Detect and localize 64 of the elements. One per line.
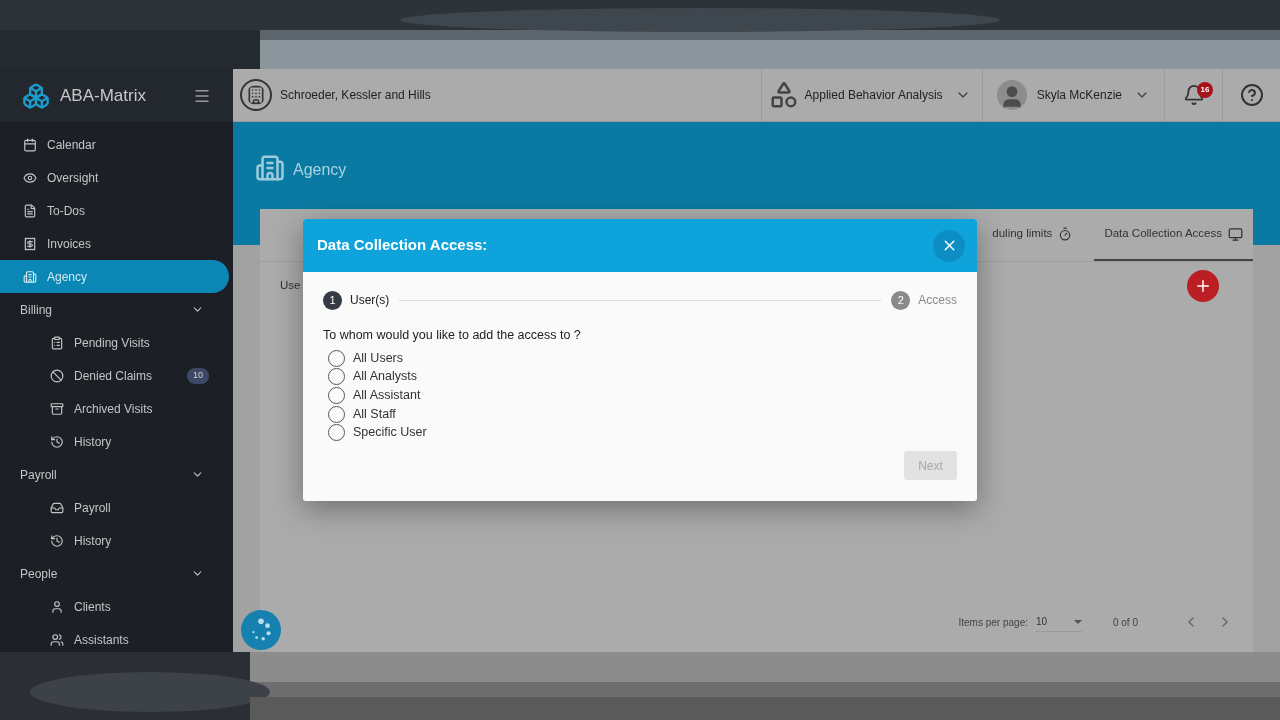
radio-option[interactable]: Specific User [328,423,977,443]
dialog-title: Data Collection Access: [317,235,488,256]
menu-item-icon [23,203,37,218]
sidebar-item[interactable]: To-Dos [0,194,229,227]
sidebar-section[interactable]: Billing [0,293,229,326]
sidebar-item[interactable]: Clients [0,590,209,623]
add-button[interactable] [1187,270,1219,302]
page-range: 0 of 0 [1112,615,1138,630]
sidebar-item[interactable]: Archived Visits [0,392,209,425]
question-text: To whom would you like to add the access to ? [323,327,582,344]
sidebar-item[interactable]: History [0,425,209,458]
notifications-button[interactable]: 16 [1164,69,1222,121]
items-per-page-select[interactable]: 10 [1035,612,1082,632]
sidebar-item[interactable]: Invoices [0,227,229,260]
menu-item-icon [23,137,37,152]
count-badge: 10 [187,367,209,384]
column-header: Use [280,278,301,294]
sidebar-item[interactable]: Oversight [0,161,229,194]
menu-item-icon [23,170,37,185]
radio-option[interactable]: All Staff [328,404,977,424]
menu-item-icon [50,368,64,383]
step-number: 2 [891,290,911,310]
tab[interactable]: Data Collection Access [1094,209,1253,261]
user-menu[interactable]: Skyla McKenzie [981,69,1164,121]
cube-logo-icon [22,81,50,110]
avatar-icon [996,80,1027,110]
step-number: 1 [323,290,342,310]
timer-icon [1058,227,1073,241]
tab[interactable]: duling limits [982,209,1083,261]
radio-option[interactable]: All Assistant [328,386,977,405]
radio-option[interactable]: All Users [328,348,977,368]
menu-item-icon [50,500,64,515]
menu-item-icon [50,632,64,647]
sidebar-item[interactable]: Denied Claims [0,359,179,392]
sidebar-item[interactable]: Assistants [0,623,209,652]
notification-badge: 16 [1197,82,1213,98]
close-button[interactable] [933,229,965,262]
sidebar-item[interactable]: Pending Visits [0,326,209,359]
sidebar-item[interactable]: Payroll [0,491,209,524]
sidebar-section[interactable]: People [0,557,229,590]
monitor-icon [1228,226,1243,242]
menu-item-icon [50,533,64,548]
sidebar-item[interactable]: History [0,524,209,557]
agency-icon [255,153,285,183]
help-icon [1239,83,1264,107]
menu-item-icon [50,401,64,416]
menu-item-icon [50,335,64,350]
menu-item-icon [23,236,37,251]
menu-item-icon [50,434,64,449]
page-title: Agency [293,160,347,180]
step-label: Access [918,292,957,309]
building-logo-icon [240,79,272,111]
radio-option[interactable]: All Analysts [328,367,977,387]
spinner-widget-button[interactable] [241,610,281,650]
step-label: User(s) [350,292,390,309]
sidebar-item[interactable]: Calendar [0,128,229,161]
brand-name: ABA-Matrix [60,84,146,107]
program-selector[interactable]: Applied Behavior Analysis [760,69,982,121]
sidebar-section[interactable]: Payroll [0,458,229,491]
organization-name: Schroeder, Kessler and Hills [280,87,431,104]
items-per-page-label: Items per page: [958,615,1028,630]
menu-item-icon [50,599,64,614]
plus-icon [1194,277,1212,295]
menu-item-icon [23,269,37,284]
